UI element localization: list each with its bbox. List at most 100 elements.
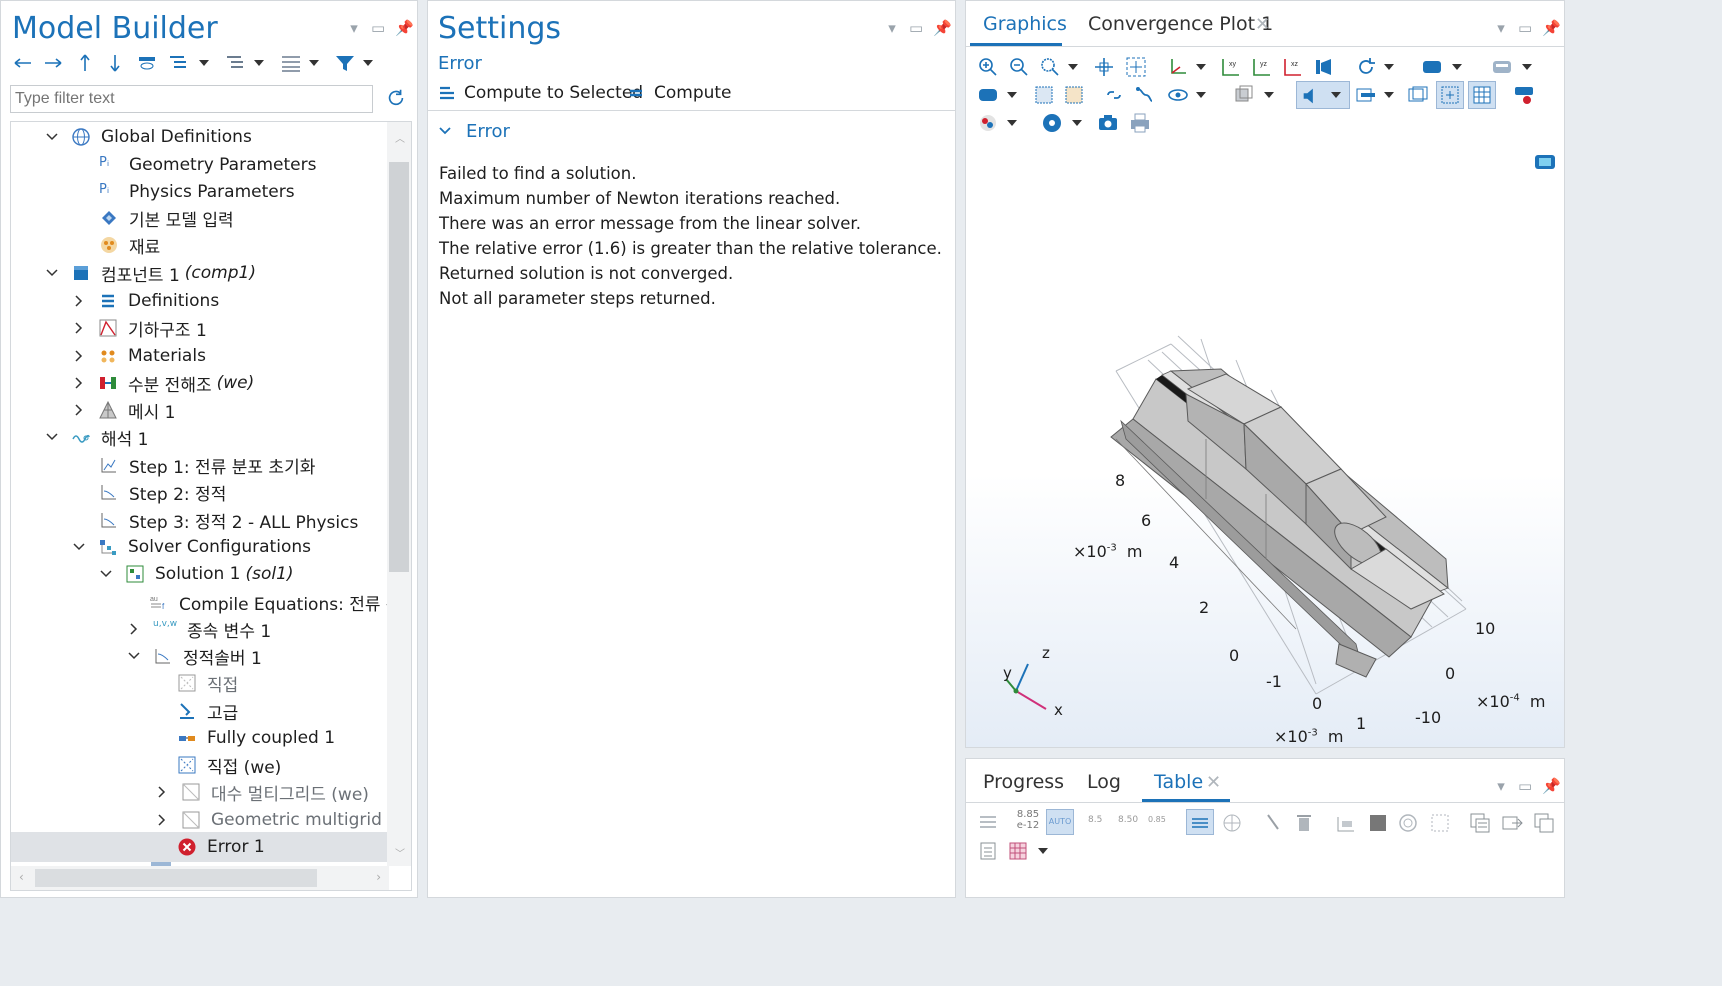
frame-icon[interactable]: [1354, 83, 1378, 107]
deselect-icon[interactable]: [1062, 83, 1086, 107]
grid-toggle-2[interactable]: [1468, 81, 1496, 109]
wireframe-dropdown-icon[interactable]: [1264, 92, 1274, 98]
graphics-canvas[interactable]: 8 6 4 2 0 ×10-3 m -1 0 1 ×10-3 m 10 0 -1…: [966, 139, 1564, 747]
list-dropdown-icon[interactable]: [309, 60, 319, 66]
table-view-toggle[interactable]: [1186, 809, 1214, 835]
tree-scroll-thumb[interactable]: [389, 162, 409, 572]
transparency-icon[interactable]: [1132, 83, 1156, 107]
export-icon[interactable]: [1500, 811, 1524, 835]
tree-item-fully-coupled[interactable]: Fully coupled 1: [177, 723, 335, 753]
tab-log[interactable]: Log: [1087, 771, 1121, 793]
filter-dropdown-icon[interactable]: [363, 60, 373, 66]
format-button-a[interactable]: 8.5: [1088, 815, 1102, 825]
minimize-icon[interactable]: ▾: [1494, 19, 1508, 37]
color-dropdown-icon[interactable]: [1007, 120, 1017, 126]
color-table-icon[interactable]: [976, 111, 1000, 135]
tree-item-definitions[interactable]: Definitions: [72, 286, 219, 316]
zoom-extents-icon[interactable]: [1124, 55, 1148, 79]
print-icon[interactable]: [1128, 111, 1152, 135]
select-object-icon[interactable]: [976, 83, 1000, 107]
tab-progress[interactable]: Progress: [983, 771, 1064, 793]
hide-dropdown-icon[interactable]: [1196, 92, 1206, 98]
pin-icon[interactable]: 📌: [1542, 19, 1561, 37]
tree-item-materials[interactable]: Materials: [72, 341, 206, 371]
view-yz-icon[interactable]: yz: [1250, 55, 1274, 79]
tree-item-geometric-multigrid[interactable]: Geometric multigrid (we): [155, 805, 411, 835]
tab-table[interactable]: Table: [1154, 771, 1203, 793]
zoom-in-icon[interactable]: [976, 55, 1000, 79]
minimize-icon[interactable]: ▾: [885, 19, 899, 37]
tree-item-solver-configurations[interactable]: Solver Configurations: [72, 532, 311, 562]
scene-light-icon[interactable]: [1420, 55, 1444, 79]
delete-icon[interactable]: [1292, 811, 1316, 835]
reset-dropdown-icon[interactable]: [1384, 64, 1394, 70]
heatmap-grid-icon[interactable]: [1006, 839, 1030, 863]
grid-toggle-1[interactable]: [1436, 81, 1464, 109]
tree-item-error-1[interactable]: Error 1: [11, 832, 387, 862]
copy-table-icon[interactable]: [1468, 811, 1492, 835]
go-to-view-icon[interactable]: [1312, 55, 1336, 79]
collapse-dropdown-icon[interactable]: [254, 60, 264, 66]
hand-icon[interactable]: [1396, 811, 1420, 835]
tree-item-compile-equations[interactable]: au f Compile Equations: 전류 분포: [149, 587, 411, 617]
hide-icon[interactable]: [1166, 83, 1190, 107]
filter-icon[interactable]: [333, 51, 357, 75]
refresh-icon[interactable]: [385, 87, 407, 109]
axis-orientation-icon[interactable]: [1166, 55, 1190, 79]
compute-button[interactable]: Compute: [628, 81, 732, 105]
heatmap-dropdown-icon[interactable]: [1038, 848, 1048, 854]
tree-item-study-1[interactable]: 해석 1: [45, 422, 149, 452]
maximize-icon[interactable]: ▭: [371, 19, 385, 37]
tree-item-basic-model-input[interactable]: 기본 모델 입력: [99, 203, 234, 233]
solid-square-icon[interactable]: [1366, 811, 1390, 835]
minimize-icon[interactable]: ▾: [1494, 777, 1508, 795]
tree-item-mesh-1[interactable]: 메시 1: [72, 395, 176, 425]
sound-toggle[interactable]: [1296, 81, 1350, 109]
wireframe-icon[interactable]: [1232, 83, 1256, 107]
maximize-icon[interactable]: ▭: [1518, 777, 1532, 795]
camera-dropdown-icon[interactable]: [1072, 120, 1082, 126]
camera-aperture-icon[interactable]: [1040, 111, 1064, 135]
auto-format-button[interactable]: AUTO: [1046, 809, 1074, 835]
format-button-c[interactable]: 0.85: [1148, 815, 1166, 824]
show-icon[interactable]: [135, 51, 159, 75]
select-dropdown-icon[interactable]: [1007, 92, 1017, 98]
list-icon[interactable]: [279, 51, 303, 75]
speaker-dropdown-icon[interactable]: [1331, 92, 1341, 98]
render-icon[interactable]: [1490, 55, 1514, 79]
list-icon[interactable]: [976, 811, 1000, 835]
reset-view-icon[interactable]: [1354, 55, 1378, 79]
tree-item-direct[interactable]: 직접: [177, 668, 238, 698]
tree-item-step-2[interactable]: Step 2: 정적: [99, 477, 226, 507]
tree-item-materials-global[interactable]: 재료: [99, 230, 160, 260]
tree-item-component-1[interactable]: 컴포넌트 1 (comp1): [45, 258, 256, 288]
pin-icon[interactable]: 📌: [933, 19, 952, 37]
move-icon[interactable]: [1092, 55, 1116, 79]
pen-icon[interactable]: [1262, 811, 1286, 835]
zoom-out-icon[interactable]: [1007, 55, 1031, 79]
table-settings-icon[interactable]: [976, 839, 1000, 863]
tab-graphics[interactable]: Graphics: [983, 13, 1067, 35]
close-icon[interactable]: ✕: [1255, 14, 1270, 35]
view-xz-icon[interactable]: xz: [1281, 55, 1305, 79]
error-section-header[interactable]: Error: [438, 119, 510, 143]
box-select-icon[interactable]: [1032, 83, 1056, 107]
clipping-icon[interactable]: [1406, 83, 1430, 107]
tree-item-solution-1[interactable]: Solution 1 (sol1): [99, 559, 294, 589]
tree-item-global-definitions[interactable]: Global Definitions: [45, 122, 252, 152]
tree-item-step-1[interactable]: Step 1: 전류 분포 초기화: [99, 450, 315, 480]
tree-item-stationary-solver[interactable]: 정적솔버 1: [127, 641, 262, 671]
axis-dropdown-icon[interactable]: [1196, 64, 1206, 70]
expand-icon[interactable]: [166, 51, 190, 75]
tree-item-geometry-1[interactable]: 기하구조 1: [72, 313, 207, 343]
arrow-down-icon[interactable]: [103, 51, 127, 75]
format-button-b[interactable]: 8.50: [1118, 815, 1138, 825]
tab-convergence-plot[interactable]: Convergence Plot 1: [1088, 13, 1273, 35]
pin-icon[interactable]: 📌: [395, 19, 414, 37]
tree-item-geometry-parameters[interactable]: Pᵢ Geometry Parameters: [99, 150, 316, 180]
tree-item-direct-we[interactable]: 직접 (we): [177, 750, 281, 780]
collapse-icon[interactable]: [223, 51, 247, 75]
tree-hscroll-thumb[interactable]: [35, 869, 317, 887]
tree-item-advanced[interactable]: 고급: [177, 696, 238, 726]
clear-selection-icon[interactable]: [1512, 83, 1536, 107]
